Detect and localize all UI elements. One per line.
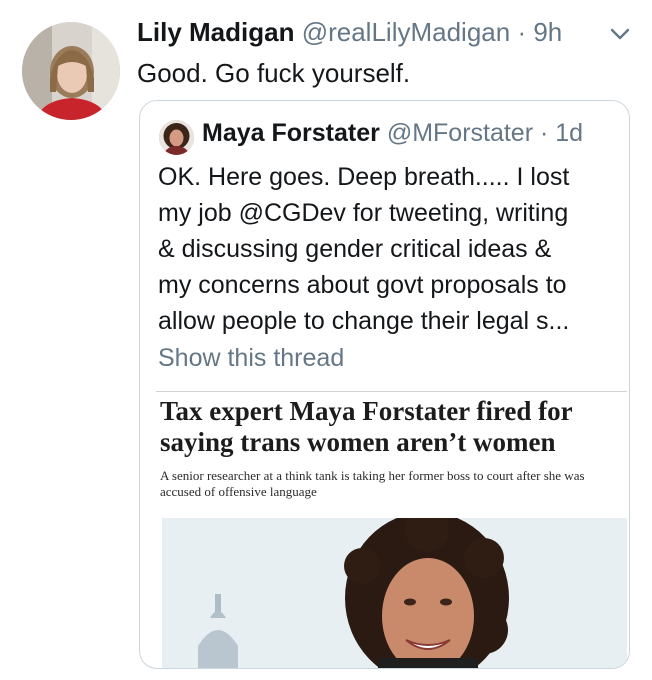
quoted-author-avatar-image — [159, 120, 194, 155]
article-standfirst: A senior researcher at a think tank is t… — [160, 468, 585, 499]
article-image[interactable]: Tax expert Maya Forstater fired for sayi… — [156, 391, 627, 668]
quoted-author-name[interactable]: Maya Forstater — [202, 119, 380, 147]
author-name[interactable]: Lily Madigan — [137, 17, 294, 47]
quoted-text-line: allow people to change their legal s... — [158, 307, 570, 335]
quoted-text-line: OK. Here goes. Deep breath..... I lost — [158, 163, 570, 191]
portrait-photo — [162, 518, 627, 668]
tweet-text: Good. Go fuck yourself. — [137, 58, 411, 88]
article-photo — [162, 518, 627, 668]
author-avatar[interactable] — [22, 22, 120, 120]
show-thread-link[interactable]: Show this thread — [158, 341, 344, 375]
quoted-text-line: my job @CGDev for tweeting, writing — [158, 199, 569, 227]
quoted-tweet-text: OK. Here goes. Deep breath..... I lost m… — [158, 159, 618, 339]
quoted-author-avatar[interactable] — [159, 120, 194, 155]
quoted-author-handle[interactable]: @MForstater — [387, 119, 533, 147]
tweet-time[interactable]: · 9h — [517, 17, 562, 47]
quoted-text-line: my concerns about govt proposals to — [158, 271, 567, 299]
quoted-text-line: & discussing gender critical ideas & — [158, 235, 552, 263]
tweet-header: Lily Madigan @realLilyMadigan · 9h — [137, 16, 562, 48]
chevron-down-icon[interactable] — [608, 26, 632, 42]
quoted-tweet-card[interactable]: Maya Forstater @MForstater · 1d OK. Here… — [139, 100, 630, 669]
author-avatar-image — [22, 22, 120, 120]
author-handle[interactable]: @realLilyMadigan — [302, 17, 511, 47]
article-headline: Tax expert Maya Forstater fired for sayi… — [160, 396, 573, 457]
quoted-tweet-time[interactable]: · 1d — [540, 119, 583, 147]
quoted-tweet-header: Maya Forstater @MForstater · 1d — [202, 117, 583, 149]
